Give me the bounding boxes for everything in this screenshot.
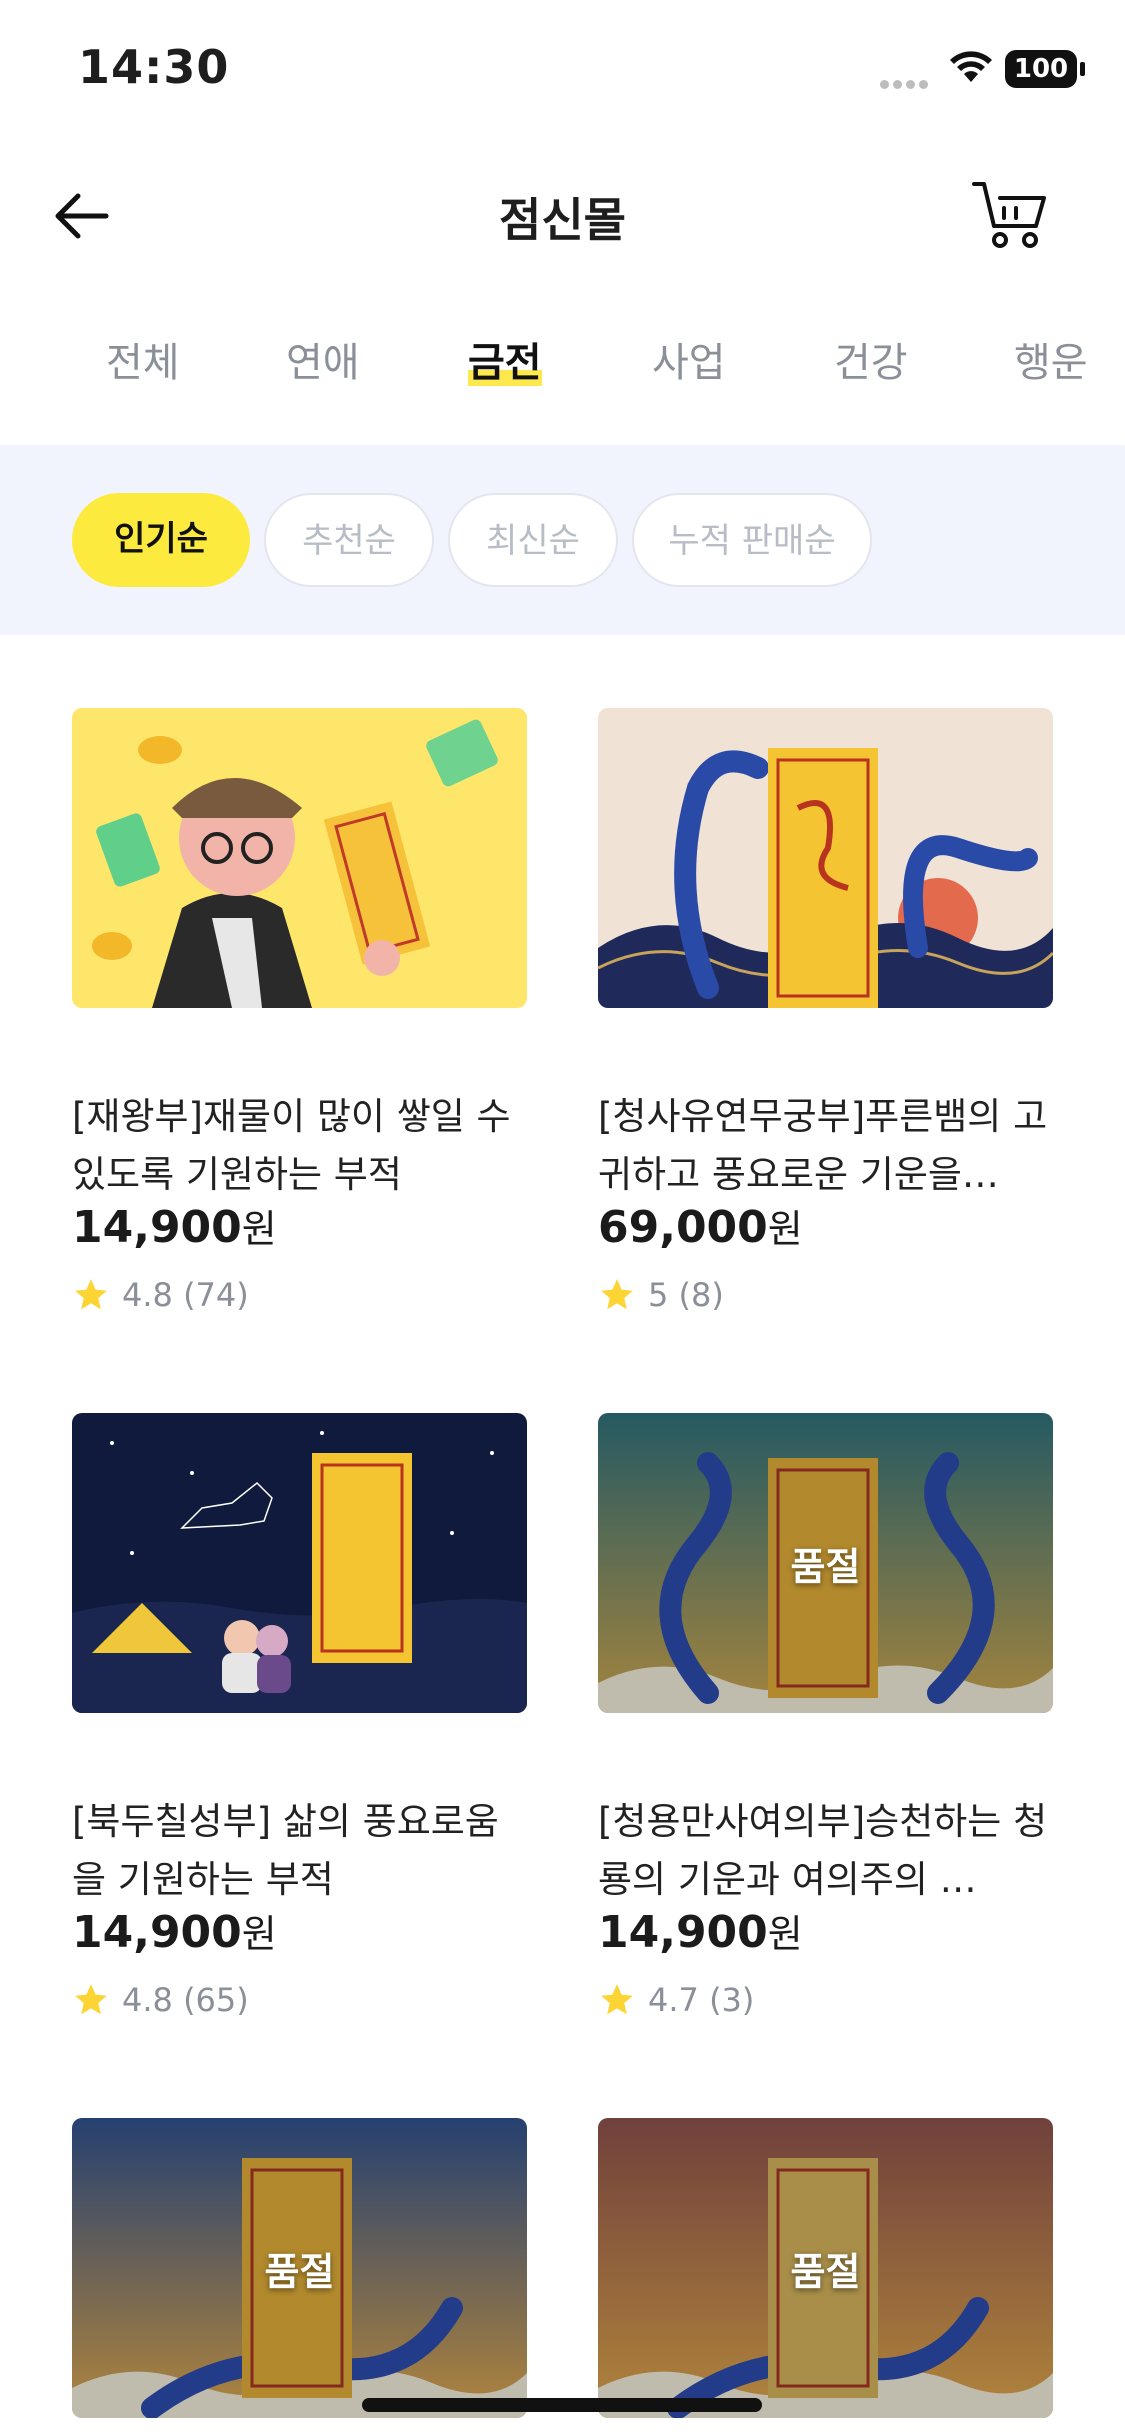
sort-sales-chip[interactable]: 누적 판매순 xyxy=(632,493,872,587)
star-icon xyxy=(75,1984,107,2015)
product-price: 14,900원 xyxy=(72,1202,277,1253)
product-image[interactable] xyxy=(72,708,527,1008)
product-title[interactable]: [청사유연무궁부]푸른뱀의 고귀하고 풍요로운 기운을… xyxy=(598,1088,1053,1204)
product-image[interactable] xyxy=(72,1413,527,1713)
star-icon xyxy=(75,1279,107,1310)
sort-popular-chip[interactable]: 인기순 xyxy=(72,493,250,587)
tab-luck[interactable]: 행운 xyxy=(1014,330,1088,388)
page-title: 점신몰 xyxy=(499,193,626,247)
sort-bar: 인기순 추천순 최신순 누적 판매순 xyxy=(0,445,1125,635)
star-icon xyxy=(601,1984,633,2015)
product-price: 69,000원 xyxy=(598,1202,803,1253)
product-price: 14,900원 xyxy=(72,1907,277,1958)
sort-recommended-chip[interactable]: 추천순 xyxy=(264,493,434,587)
soldout-label: 품절 xyxy=(790,2249,861,2294)
status-bar: 14:30 100 xyxy=(0,0,1125,140)
product-rating: 5 (8) xyxy=(598,1276,724,1314)
battery-tip xyxy=(1080,62,1085,76)
product-image[interactable] xyxy=(598,708,1053,1008)
tab-love[interactable]: 연애 xyxy=(286,330,360,388)
soldout-label: 품절 xyxy=(790,1544,861,1589)
cellular-signal-icon xyxy=(880,74,936,89)
tab-money[interactable]: 금전 xyxy=(468,330,542,388)
cart-icon[interactable] xyxy=(970,178,1050,252)
product-title[interactable]: [북두칠성부] 삶의 풍요로움을 기원하는 부적 xyxy=(72,1793,527,1909)
product-rating: 4.8 (65) xyxy=(72,1981,249,2019)
category-tabs: 전체 연애 금전 사업 건강 행운 xyxy=(0,330,1125,410)
product-rating: 4.8 (74) xyxy=(72,1276,249,1314)
product-image[interactable]: 품절 xyxy=(72,2118,527,2418)
product-image[interactable]: 품절 xyxy=(598,2118,1053,2418)
status-time: 14:30 xyxy=(78,40,230,94)
product-image[interactable]: 품절 xyxy=(598,1413,1053,1713)
tab-all[interactable]: 전체 xyxy=(106,330,180,388)
product-title[interactable]: [재왕부]재물이 많이 쌓일 수 있도록 기원하는 부적 xyxy=(72,1088,527,1204)
battery-icon: 100 xyxy=(1005,50,1077,88)
product-title[interactable]: [청용만사여의부]승천하는 청룡의 기운과 여의주의 … xyxy=(598,1793,1053,1909)
home-indicator xyxy=(362,2398,762,2412)
tab-health[interactable]: 건강 xyxy=(834,330,908,388)
wifi-icon xyxy=(950,51,992,82)
sort-latest-chip[interactable]: 최신순 xyxy=(448,493,618,587)
soldout-label: 품절 xyxy=(264,2249,335,2294)
top-app-bar: 점신몰 xyxy=(0,160,1125,270)
product-price: 14,900원 xyxy=(598,1907,803,1958)
product-rating: 4.7 (3) xyxy=(598,1981,754,2019)
tab-business[interactable]: 사업 xyxy=(652,330,726,388)
star-icon xyxy=(601,1279,633,1310)
